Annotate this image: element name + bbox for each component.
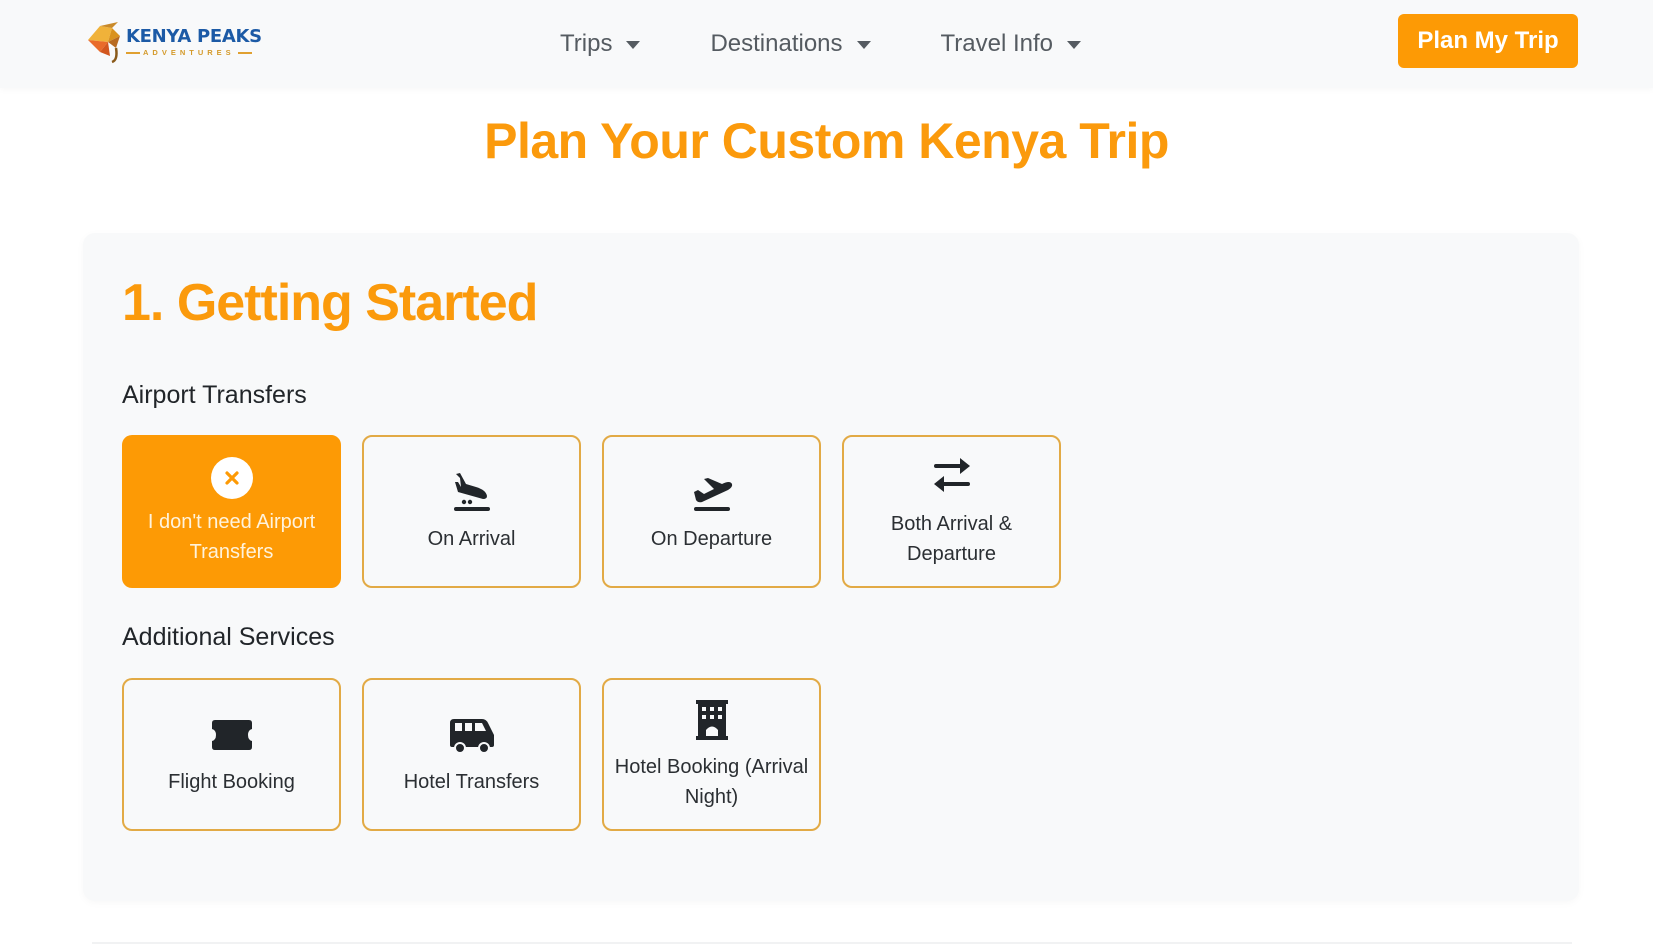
- van-icon: [446, 713, 498, 757]
- brand-logo[interactable]: KENYA PEAKS ADVENTURES: [82, 18, 262, 66]
- option-hotel-transfers[interactable]: Hotel Transfers: [362, 678, 581, 831]
- option-on-arrival[interactable]: On Arrival: [362, 435, 581, 588]
- airport-transfer-options: I don't need Airport Transfers On Arriva…: [122, 435, 1061, 588]
- nav-item-destinations[interactable]: Destinations: [710, 30, 871, 58]
- additional-service-options: Flight Booking Hotel Transfers Hotel Boo…: [122, 678, 821, 831]
- main-nav: Trips Destinations Travel Info: [560, 26, 1082, 62]
- nav-item-trips[interactable]: Trips: [560, 30, 641, 58]
- option-label: I don't need Airport Transfers: [147, 510, 316, 563]
- page-title: Plan Your Custom Kenya Trip: [484, 113, 1169, 169]
- nav-item-label: Travel Info: [940, 30, 1054, 57]
- airport-transfers-label: Airport Transfers: [122, 381, 307, 409]
- ticket-icon: [206, 713, 258, 757]
- plan-my-trip-button[interactable]: Plan My Trip: [1398, 14, 1578, 68]
- elephant-logo-icon: [88, 22, 120, 64]
- option-label: Hotel Booking (Arrival Night): [614, 755, 809, 808]
- hotel-building-icon: [686, 698, 738, 742]
- plane-departure-icon: [686, 470, 738, 514]
- navbar: KENYA PEAKS ADVENTURES Trips Destination…: [0, 0, 1653, 88]
- x-circle-icon: [210, 456, 253, 499]
- getting-started-panel: 1. Getting Started Airport Transfers I d…: [83, 233, 1579, 901]
- nav-item-travel-info[interactable]: Travel Info: [941, 30, 1082, 58]
- option-both-arrival-departure[interactable]: Both Arrival & Departure: [842, 435, 1061, 588]
- option-flight-booking[interactable]: Flight Booking: [122, 678, 341, 831]
- option-label: Both Arrival & Departure: [890, 512, 1013, 565]
- caret-down-icon: [626, 41, 641, 49]
- nav-item-label: Trips: [560, 30, 613, 57]
- brand-name: KENYA PEAKS: [126, 25, 262, 47]
- option-hotel-booking[interactable]: Hotel Booking (Arrival Night): [602, 678, 821, 831]
- option-label: Hotel Transfers: [403, 770, 540, 793]
- option-on-departure[interactable]: On Departure: [602, 435, 821, 588]
- option-label: On Departure: [650, 527, 773, 550]
- additional-services-label: Additional Services: [122, 623, 335, 651]
- brand-tagline: ADVENTURES: [143, 47, 235, 57]
- caret-down-icon: [856, 41, 871, 49]
- section-title: 1. Getting Started: [122, 274, 538, 332]
- option-label: On Arrival: [427, 527, 516, 550]
- arrows-exchange-icon: [926, 455, 978, 499]
- option-label: Flight Booking: [168, 770, 295, 793]
- plane-arrival-icon: [446, 470, 498, 514]
- nav-item-label: Destinations: [710, 30, 843, 57]
- caret-down-icon: [1067, 41, 1082, 49]
- option-no-airport-transfers[interactable]: I don't need Airport Transfers: [122, 435, 341, 588]
